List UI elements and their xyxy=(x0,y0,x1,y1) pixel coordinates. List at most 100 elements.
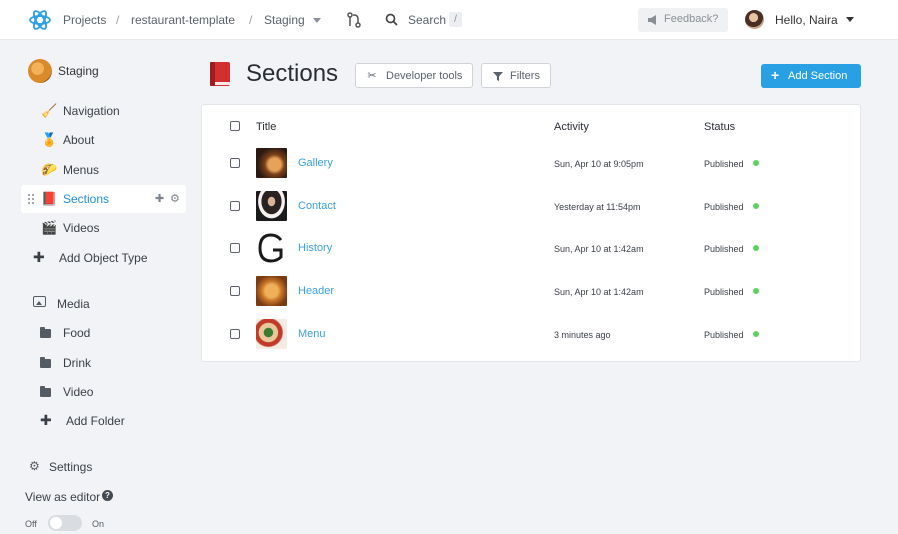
help-icon[interactable]: ? xyxy=(102,490,113,501)
developer-tools-button[interactable]: ✂ Developer tools xyxy=(355,63,473,88)
table-row[interactable]: Menu 3 minutes ago Published xyxy=(202,313,862,355)
book-icon xyxy=(210,62,230,86)
breadcrumb-project[interactable]: restaurant-template xyxy=(131,13,235,27)
row-thumbnail xyxy=(256,148,287,178)
sidebar-item-videos[interactable]: 🎬 Videos xyxy=(21,214,186,242)
status-dot-icon xyxy=(753,203,759,209)
add-folder-button[interactable]: Add Folder xyxy=(66,414,125,428)
breadcrumb-separator: / xyxy=(249,13,253,27)
breadcrumb-environment[interactable]: Staging xyxy=(264,13,305,27)
row-checkbox[interactable] xyxy=(230,201,240,211)
workspace-name: Staging xyxy=(58,64,99,78)
row-status: Published xyxy=(704,202,744,212)
add-object-type-button[interactable]: Add Object Type xyxy=(59,251,148,265)
sidebar-folder-video[interactable]: Video xyxy=(63,385,93,399)
clapperboard-icon: 🎬 xyxy=(41,220,58,235)
table-row[interactable]: Contact Yesterday at 11:54pm Published xyxy=(202,185,862,227)
column-header-status[interactable]: Status xyxy=(704,121,735,133)
sidebar: Staging 🧹 Navigation 🏅 About 🌮 Menus 📕 S… xyxy=(0,40,196,534)
developer-tools-label: Developer tools xyxy=(386,70,463,82)
column-header-title[interactable]: Title xyxy=(256,121,276,133)
settings-link[interactable]: Settings xyxy=(49,460,92,474)
workspace-avatar xyxy=(28,59,52,83)
letter-g-icon xyxy=(258,233,283,263)
folder-icon xyxy=(40,386,51,397)
environment-chevron-down-icon[interactable] xyxy=(313,18,321,23)
row-thumbnail xyxy=(256,191,287,221)
sidebar-folder-food[interactable]: Food xyxy=(63,326,90,340)
user-menu-chevron-down-icon[interactable] xyxy=(846,17,854,22)
row-activity: Yesterday at 11:54pm xyxy=(554,202,641,212)
sidebar-item-label: Navigation xyxy=(63,104,120,118)
row-checkbox[interactable] xyxy=(230,158,240,168)
breadcrumb-projects[interactable]: Projects xyxy=(63,13,106,27)
table-row[interactable]: Header Sun, Apr 10 at 1:42am Published xyxy=(202,270,862,312)
tools-icon: ✂ xyxy=(367,70,377,82)
plus-icon[interactable]: ✚ xyxy=(40,412,52,429)
toggle-off-label: Off xyxy=(25,519,37,529)
view-as-editor-label: View as editor xyxy=(25,490,101,504)
row-status: Published xyxy=(704,330,744,340)
broom-icon: 🧹 xyxy=(41,103,58,118)
filters-label: Filters xyxy=(510,70,540,82)
git-branch-icon[interactable] xyxy=(347,12,361,28)
add-section-button[interactable]: + Add Section xyxy=(761,64,861,88)
row-activity: 3 minutes ago xyxy=(554,330,611,340)
megaphone-icon xyxy=(648,15,656,25)
table-row[interactable]: Gallery Sun, Apr 10 at 9:05pm Published xyxy=(202,142,862,184)
sidebar-item-label: Videos xyxy=(63,221,100,235)
row-status: Published xyxy=(704,159,744,169)
sidebar-item-sections[interactable]: 📕 Sections ✚ ⚙ xyxy=(21,185,186,213)
toggle-on-label: On xyxy=(92,519,105,529)
top-bar: Projects / restaurant-template / Staging… xyxy=(0,0,898,40)
filters-button[interactable]: Filters xyxy=(481,63,551,88)
row-activity: Sun, Apr 10 at 1:42am xyxy=(554,244,644,254)
sidebar-item-label: Sections xyxy=(63,192,110,206)
folder-icon xyxy=(40,327,51,338)
row-thumbnail xyxy=(256,233,287,263)
row-title-link[interactable]: Menu xyxy=(298,328,326,340)
drag-handle-icon[interactable] xyxy=(27,193,35,205)
sidebar-item-navigation[interactable]: 🧹 Navigation xyxy=(21,97,186,125)
breadcrumb-separator: / xyxy=(116,13,120,27)
row-activity: Sun, Apr 10 at 9:05pm xyxy=(554,159,644,169)
sidebar-folder-drink[interactable]: Drink xyxy=(63,356,91,370)
search-input[interactable]: Search xyxy=(408,13,446,27)
row-title-link[interactable]: Header xyxy=(298,285,334,297)
sidebar-item-label: Menus xyxy=(63,163,100,177)
toggle-knob xyxy=(50,517,62,529)
row-title-link[interactable]: Gallery xyxy=(298,157,333,169)
sidebar-item-label: About xyxy=(63,133,95,147)
row-checkbox[interactable] xyxy=(230,243,240,253)
sections-table: Title Activity Status Gallery Sun, Apr 1… xyxy=(201,104,861,362)
user-menu-label[interactable]: Hello, Naira xyxy=(775,13,838,27)
page-title: Sections xyxy=(246,60,339,87)
view-as-editor-toggle[interactable] xyxy=(48,515,82,531)
table-row[interactable]: History Sun, Apr 10 at 1:42am Published xyxy=(202,227,862,269)
app-logo-icon[interactable] xyxy=(28,8,52,32)
media-label[interactable]: Media xyxy=(57,297,90,311)
search-icon[interactable] xyxy=(385,13,398,26)
gear-icon[interactable]: ⚙ xyxy=(29,459,40,473)
select-all-checkbox[interactable] xyxy=(230,121,240,131)
taco-icon: 🌮 xyxy=(41,162,58,177)
row-checkbox[interactable] xyxy=(230,329,240,339)
gear-icon[interactable]: ⚙ xyxy=(170,192,180,205)
sidebar-item-about[interactable]: 🏅 About xyxy=(21,126,186,154)
search-shortcut-key: / xyxy=(449,12,462,27)
add-object-icon[interactable]: ✚ xyxy=(155,192,164,205)
add-section-label: Add Section xyxy=(788,70,848,82)
avatar[interactable] xyxy=(745,10,764,29)
column-header-activity[interactable]: Activity xyxy=(554,121,589,133)
feedback-label: Feedback? xyxy=(664,13,719,25)
row-status: Published xyxy=(704,287,744,297)
row-checkbox[interactable] xyxy=(230,286,240,296)
row-title-link[interactable]: History xyxy=(298,242,332,254)
plus-icon: + xyxy=(771,67,780,83)
sidebar-item-menus[interactable]: 🌮 Menus xyxy=(21,156,186,184)
feedback-button[interactable]: Feedback? xyxy=(638,8,728,32)
status-dot-icon xyxy=(753,288,759,294)
filter-icon xyxy=(493,72,503,81)
row-title-link[interactable]: Contact xyxy=(298,200,336,212)
plus-icon[interactable]: ✚ xyxy=(33,249,45,266)
